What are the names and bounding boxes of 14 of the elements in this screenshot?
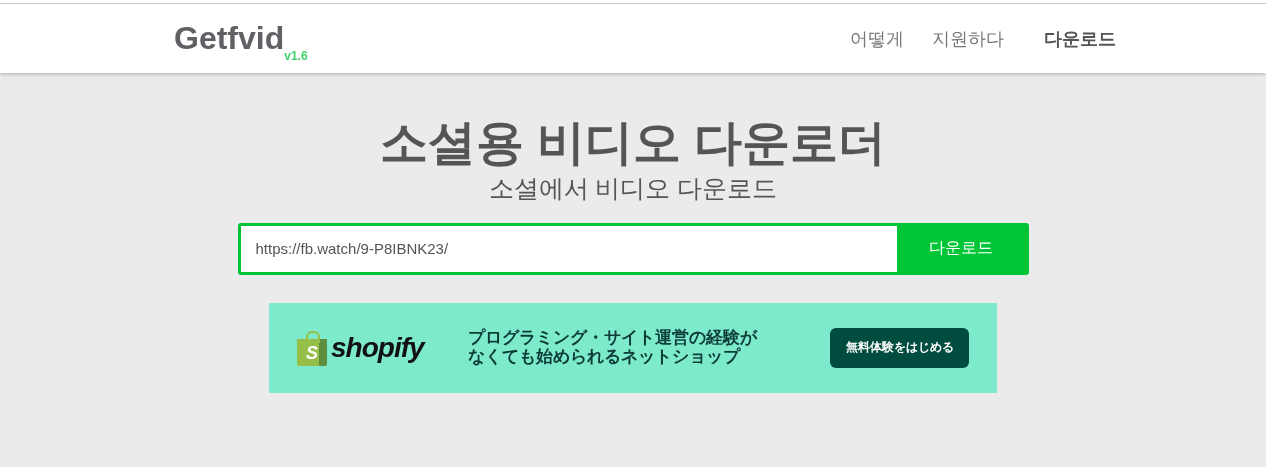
nav-link[interactable]: 다운로드 bbox=[1044, 26, 1116, 51]
logo[interactable]: Getfvid bbox=[174, 20, 285, 57]
bag-logo: S bbox=[297, 329, 327, 366]
page-subtitle: 소셜에서 비디오 다운로드 bbox=[488, 172, 778, 204]
ad-text-line: なくても始められるネットショップ bbox=[467, 347, 740, 367]
url-field[interactable]: https://fb.watch/9-P8IBNK23/ bbox=[240, 225, 897, 272]
ad-banner[interactable]: S shopify プログラミング・サイト運営の経験が なくても始められるネットショップ 無料体験をはじめる bbox=[269, 302, 997, 393]
nav-link[interactable]: 어떻게 bbox=[850, 26, 904, 51]
trial-button[interactable]: 無料体験をはじめる bbox=[830, 327, 969, 368]
brand-name: shopify bbox=[331, 331, 424, 364]
ad-text-line: プログラミング・サイト運営の経験が bbox=[467, 329, 757, 348]
page-title: 소셜용 비디오 다운로더 bbox=[379, 117, 887, 170]
nav-link[interactable]: 지원하다 bbox=[932, 26, 1004, 51]
version-label: v1.6 bbox=[284, 49, 308, 63]
